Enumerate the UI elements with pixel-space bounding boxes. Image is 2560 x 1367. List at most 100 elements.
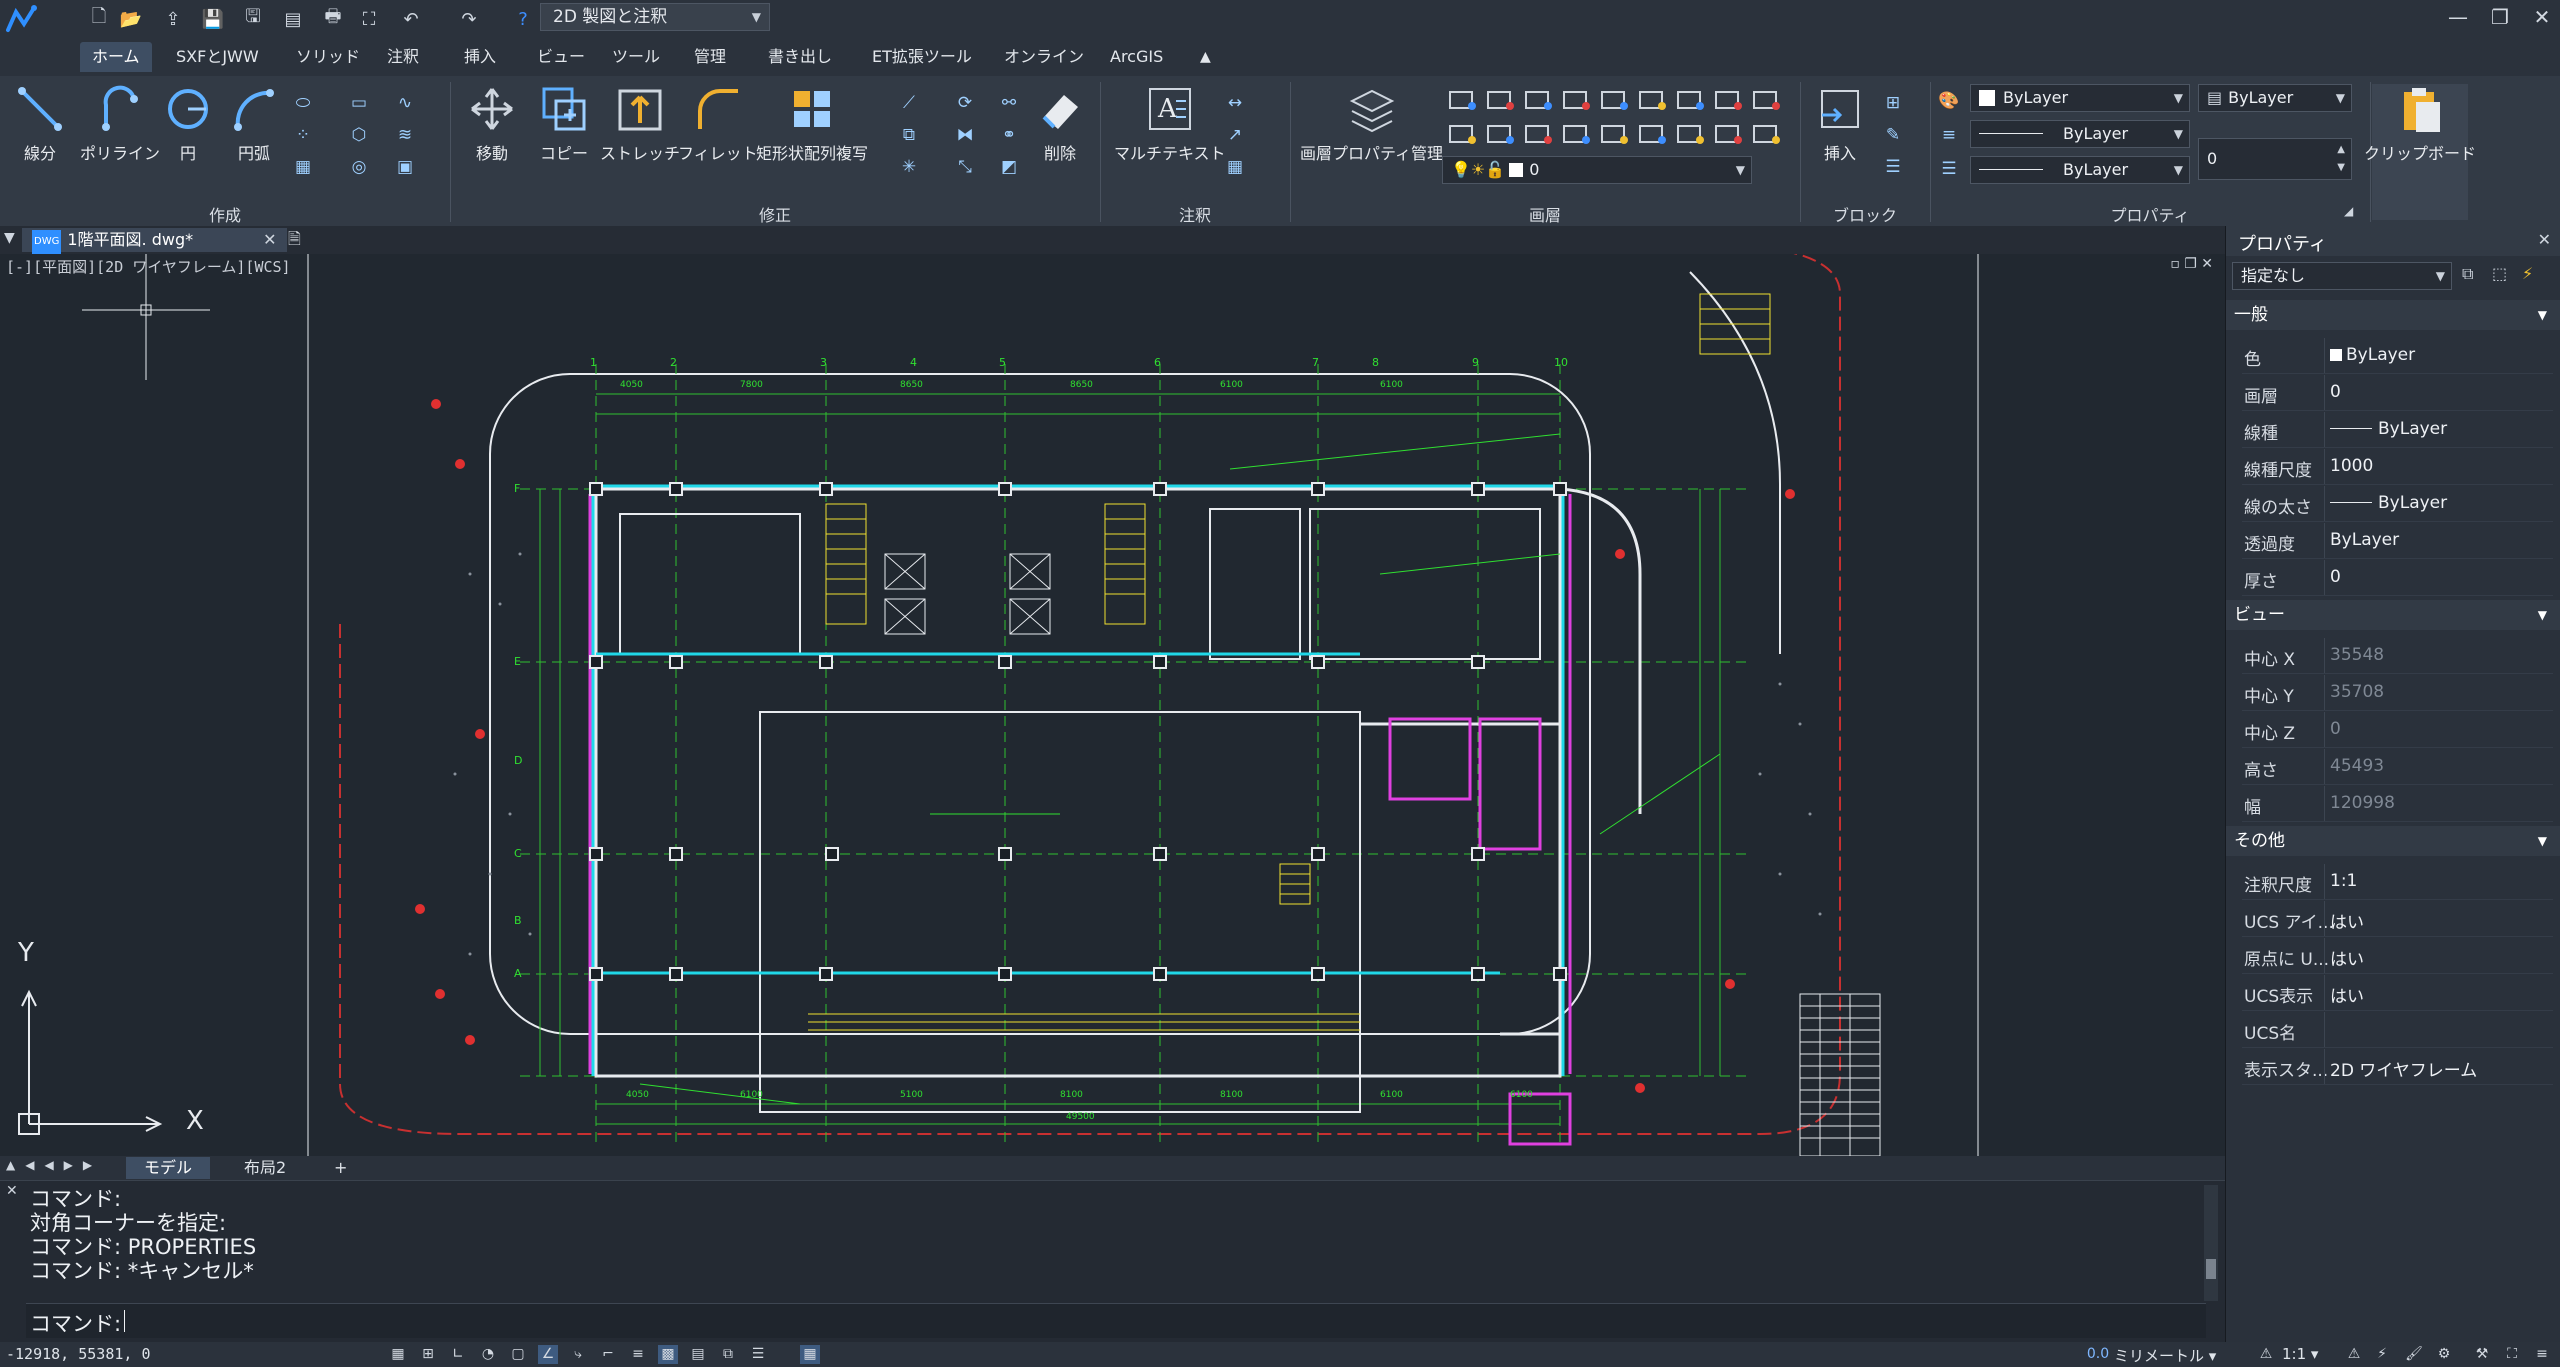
rotate-icon[interactable]: ⟳ bbox=[952, 90, 978, 116]
help-icon[interactable]: ? bbox=[510, 6, 536, 32]
layer-select[interactable]: 💡☀🔓 0 ▼ bbox=[1442, 156, 1752, 184]
xline-icon[interactable]: ≋ bbox=[392, 122, 418, 148]
close-icon[interactable]: ✕ bbox=[6, 1183, 18, 1199]
customize-icon[interactable]: ▦ bbox=[800, 1345, 820, 1364]
property-row[interactable]: 線種 ByLayer bbox=[2242, 412, 2553, 448]
property-row[interactable]: 原点に U... はい bbox=[2242, 938, 2553, 974]
spline-icon[interactable]: ∿ bbox=[392, 90, 418, 116]
tab-insert[interactable]: 挿入 bbox=[452, 42, 508, 72]
line-button[interactable]: 線分 bbox=[14, 84, 66, 164]
mtext-button[interactable]: A マルチテキスト bbox=[1114, 84, 1226, 164]
minimize-button[interactable]: — bbox=[2440, 2, 2476, 32]
attribute-icon[interactable]: ☰ bbox=[1880, 154, 1906, 180]
array-button[interactable]: 矩形状配列複写 bbox=[756, 84, 868, 164]
explode-icon[interactable]: ✳ bbox=[896, 154, 922, 180]
create-block-icon[interactable]: ⊞ bbox=[1880, 90, 1906, 116]
panel-launcher-icon[interactable]: ◢ bbox=[2344, 204, 2353, 218]
upload-icon[interactable]: ⇪ bbox=[160, 6, 186, 32]
arc-button[interactable]: 円弧 bbox=[228, 84, 280, 164]
save-as-icon[interactable]: 🖫 bbox=[240, 6, 266, 32]
property-row[interactable]: 注釈尺度 1:1 bbox=[2242, 864, 2553, 900]
property-row[interactable]: 中心 Y 35708 bbox=[2242, 675, 2553, 711]
undo-icon[interactable]: ↶ bbox=[398, 6, 424, 32]
annotation-scale-icon[interactable]: ⚠ bbox=[2256, 1345, 2276, 1364]
polygon-icon[interactable]: ⬡ bbox=[346, 122, 372, 148]
settings-icon[interactable]: ⚙ bbox=[2434, 1345, 2454, 1364]
property-row[interactable]: 色 ByLayer bbox=[2242, 338, 2553, 374]
transparency-input[interactable]: 0 ▲ ▼ bbox=[2198, 138, 2352, 180]
lineweight-icon[interactable]: ≡ bbox=[1936, 122, 1962, 148]
move-button[interactable]: 移動 bbox=[466, 84, 518, 164]
ribbon-minimize-icon[interactable]: ▲ bbox=[1188, 42, 1223, 72]
property-row[interactable]: 透過度 ByLayer bbox=[2242, 523, 2553, 559]
lineweight-toggle-icon[interactable]: ≡ bbox=[628, 1345, 648, 1364]
fillet-button[interactable]: フィレット bbox=[678, 84, 758, 164]
circle-button[interactable]: 円 bbox=[162, 84, 214, 164]
linetype-icon[interactable]: ☰ bbox=[1936, 156, 1962, 182]
tab-solid[interactable]: ソリッド bbox=[284, 42, 372, 72]
property-row[interactable]: 線の太さ ByLayer bbox=[2242, 486, 2553, 522]
tab-layout2[interactable]: 布局2 bbox=[234, 1157, 296, 1179]
fullscreen-icon[interactable]: ⛶ bbox=[356, 6, 382, 32]
tab-annotate[interactable]: 注釈 bbox=[375, 42, 431, 72]
paint-icon[interactable]: 🖌 bbox=[2404, 1345, 2424, 1364]
erase-button[interactable]: 削除 bbox=[1034, 84, 1086, 164]
units-icon[interactable]: 0.0 bbox=[2086, 1345, 2110, 1364]
chamfer-icon[interactable]: ◩ bbox=[996, 154, 1022, 180]
property-row[interactable]: UCS名 bbox=[2242, 1012, 2553, 1048]
new-icon[interactable]: 🗋 bbox=[86, 6, 112, 32]
tab-home[interactable]: ホーム bbox=[80, 42, 152, 72]
scale-icon[interactable]: ⤡ bbox=[952, 154, 978, 180]
match-properties-icon[interactable]: 🎨 bbox=[1936, 88, 1962, 114]
menu-icon[interactable]: ≡ bbox=[2532, 1345, 2552, 1364]
command-input[interactable]: コマンド: bbox=[26, 1303, 2206, 1338]
break-icon[interactable]: ⚯ bbox=[996, 90, 1022, 116]
hatch-icon[interactable]: ▦ bbox=[290, 154, 316, 180]
close-icon[interactable]: ✕ bbox=[263, 230, 276, 249]
close-button[interactable]: ✕ bbox=[2524, 2, 2560, 32]
property-row[interactable]: 中心 Z 0 bbox=[2242, 712, 2553, 748]
otrack-toggle-icon[interactable]: ∠ bbox=[538, 1345, 558, 1364]
property-row[interactable]: 表示スタ... 2D ワイヤフレーム bbox=[2242, 1049, 2553, 1085]
clean-screen-icon[interactable]: ⛶ bbox=[2502, 1345, 2522, 1364]
selection-cycling-icon[interactable]: ⧉ bbox=[718, 1345, 738, 1364]
section-misc[interactable]: その他 ▼ bbox=[2226, 826, 2560, 856]
ortho-toggle-icon[interactable]: ∟ bbox=[448, 1345, 468, 1364]
property-row[interactable]: 厚さ 0 bbox=[2242, 560, 2553, 596]
transparency-toggle-icon[interactable]: ▩ bbox=[658, 1345, 678, 1364]
open-icon[interactable]: 📂 bbox=[118, 6, 144, 32]
auto-scale-icon[interactable]: ⚡ bbox=[2372, 1345, 2392, 1364]
point-icon[interactable]: ⁘ bbox=[290, 122, 316, 148]
palette-titlebar[interactable]: プロパティ ✕ bbox=[2226, 226, 2560, 256]
lineweight-select[interactable]: ByLayer ▼ bbox=[1970, 156, 2190, 184]
tab-export[interactable]: 書き出し bbox=[756, 42, 844, 72]
polar-toggle-icon[interactable]: ◔ bbox=[478, 1345, 498, 1364]
save-icon[interactable]: 💾 bbox=[200, 6, 226, 32]
print-icon[interactable]: 🖶 bbox=[320, 6, 346, 32]
quick-properties-icon[interactable]: ▤ bbox=[688, 1345, 708, 1364]
drawing-canvas[interactable]: [-][平面図][2D ワイヤフレーム][WCS] ▫ ❐ ✕ 1 2 3 4 … bbox=[0, 254, 2225, 1156]
join-icon[interactable]: ⚭ bbox=[996, 122, 1022, 148]
rectangle-icon[interactable]: ▭ bbox=[346, 90, 372, 116]
leader-icon[interactable]: ↗ bbox=[1222, 122, 1248, 148]
new-tab-icon[interactable]: 🗎 bbox=[288, 228, 301, 255]
annotation-visibility-icon[interactable]: ⚠ bbox=[2344, 1345, 2364, 1364]
workspace-select[interactable]: 2D 製図と注釈 ▼ bbox=[540, 3, 770, 31]
layout-nav-icons[interactable]: ▲◀◀▶▶ bbox=[6, 1158, 102, 1172]
stretch-button[interactable]: ストレッチ bbox=[600, 84, 680, 164]
clipboard-button[interactable]: クリップボード bbox=[2364, 84, 2476, 220]
tab-online[interactable]: オンライン bbox=[992, 42, 1096, 72]
quick-select-icon[interactable]: ⚡ bbox=[2522, 264, 2533, 283]
add-layout-button[interactable]: + bbox=[324, 1157, 357, 1179]
dyn-toggle-icon[interactable]: ⌐ bbox=[598, 1345, 618, 1364]
annotation-monitor-icon[interactable]: ☰ bbox=[748, 1345, 768, 1364]
toggle-pickadd-icon[interactable]: ⧉ bbox=[2462, 264, 2473, 284]
osnap-toggle-icon[interactable]: ▢ bbox=[508, 1345, 528, 1364]
snap-toggle-icon[interactable]: ⊞ bbox=[418, 1345, 438, 1364]
annotation-scale-select[interactable]: 1:1 ▾ bbox=[2282, 1345, 2318, 1363]
property-row[interactable]: 画層 0 bbox=[2242, 375, 2553, 411]
tab-menu-icon[interactable]: ▼ bbox=[4, 230, 15, 246]
grid-toggle-icon[interactable]: ▦ bbox=[388, 1345, 408, 1364]
tab-manage[interactable]: 管理 bbox=[682, 42, 738, 72]
workspace-switch-icon[interactable]: ⚒ bbox=[2472, 1345, 2492, 1364]
